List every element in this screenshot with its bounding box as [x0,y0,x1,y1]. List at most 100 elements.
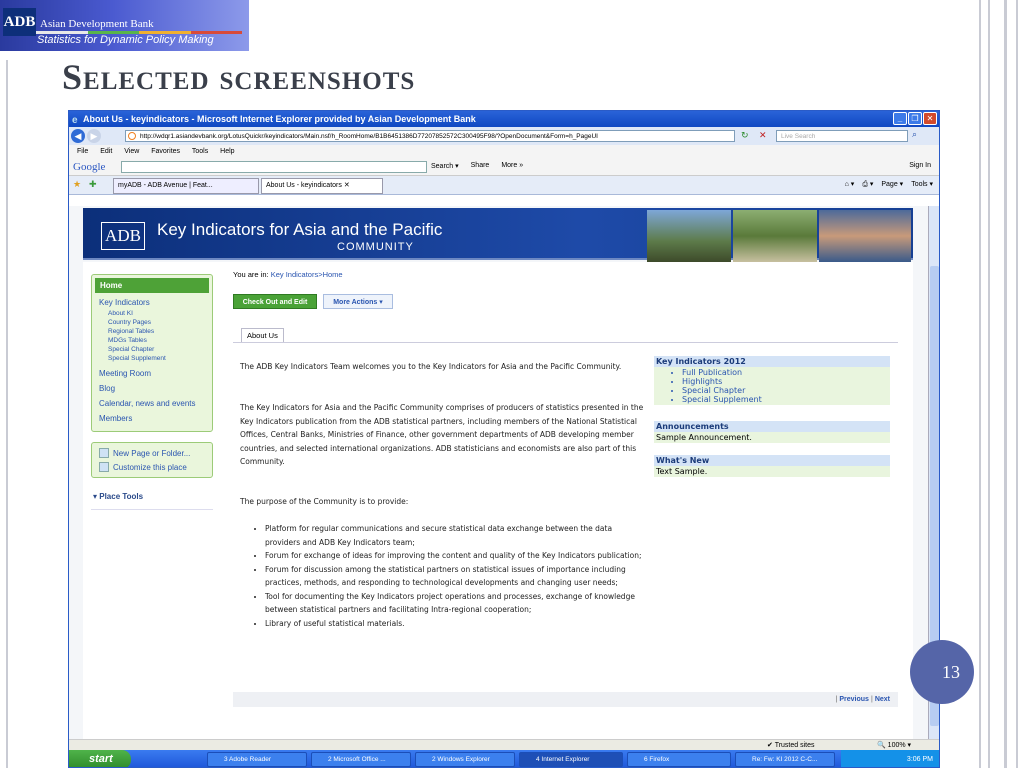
pager: | Previous | Next [233,692,898,707]
customize-place-link[interactable]: Customize this place [92,460,212,474]
key-indicators-box: Key Indicators 2012 Full Publication Hig… [654,356,890,405]
banner-photo-farmers [733,210,817,262]
address-field[interactable]: http://wdqr1.asiandevbank.org/LotusQuick… [125,130,735,142]
google-search-button[interactable]: Search ▾ [431,162,459,170]
ki-link-special-supplement[interactable]: Special Supplement [682,395,888,404]
close-icon[interactable]: ✕ [923,112,937,125]
menu-help[interactable]: Help [220,148,234,155]
slide-border [979,0,981,768]
page-menu[interactable]: Page ▾ [881,180,903,189]
sidebar-item-members[interactable]: Members [92,412,212,425]
whats-new-box: What's New Text Sample. [654,455,890,477]
sidebar-item-key-indicators[interactable]: Key Indicators [92,296,212,309]
google-toolbar: Google Search ▾ Share More » Sign In [69,158,939,176]
menu-edit[interactable]: Edit [100,148,112,155]
browser-window: e About Us - keyindicators - Microsoft I… [68,110,940,768]
minimize-icon[interactable]: _ [893,112,907,125]
sidebar: Home Key Indicators About KI Country Pag… [91,274,213,510]
forward-icon[interactable]: ▶ [87,129,101,143]
breadcrumb: You are in: Key Indicators>Home [233,270,343,279]
back-icon[interactable]: ◀ [71,129,85,143]
clock: 3:06 PM [906,756,933,763]
stop-icon[interactable]: ✕ [759,130,767,141]
breadcrumb-link[interactable]: Key Indicators [271,270,319,279]
taskbar-windows-explorer[interactable]: 2 Windows Explorer [415,752,515,767]
taskbar-internet-explorer[interactable]: 4 Internet Explorer [519,752,623,767]
taskbar-adobe-reader[interactable]: 3 Adobe Reader [207,752,307,767]
ki-link-highlights[interactable]: Highlights [682,377,888,386]
list-item: Tool for documenting the Key Indicators … [265,590,648,617]
window-titlebar: e About Us - keyindicators - Microsoft I… [69,111,939,127]
banner-photo-tractor [647,210,731,262]
sidebar-subitem-special-supplement[interactable]: Special Supplement [92,354,212,363]
new-page-link[interactable]: New Page or Folder... [92,446,212,460]
home-icon[interactable]: ⌂ ▾ [845,180,855,189]
sidebar-tools: New Page or Folder... Customize this pla… [91,442,213,478]
menu-tools[interactable]: Tools [192,148,208,155]
menu-file[interactable]: File [77,148,88,155]
page-number: 13 [910,640,974,704]
google-search-input[interactable] [121,161,427,173]
sidebar-item-blog[interactable]: Blog [92,382,212,395]
live-search-input[interactable]: Live Search [776,130,908,142]
logo-tagline: Statistics for Dynamic Policy Making [37,34,214,46]
add-favorite-icon[interactable]: ✚ [89,179,97,190]
banner-adb-logo: ADB [101,222,145,250]
menu-view[interactable]: View [124,148,139,155]
share-button[interactable]: Share [471,162,490,170]
tab-divider [233,342,898,343]
sidebar-subitem-mdgs-tables[interactable]: MDGs Tables [92,336,212,345]
refresh-icon[interactable]: ↻ [741,130,749,141]
adb-logo: ADB [3,8,36,36]
maximize-icon[interactable]: ❐ [908,112,922,125]
place-tools-toggle[interactable]: ▾ Place Tools [91,492,213,510]
list-item: Platform for regular communications and … [265,522,648,549]
address-url: http://wdqr1.asiandevbank.org/LotusQuick… [140,133,598,140]
more-actions-button[interactable]: More Actions ▾ [323,294,393,309]
print-icon[interactable]: ⎙ ▾ [862,180,873,189]
sidebar-item-home[interactable]: Home [95,278,209,293]
tools-menu[interactable]: Tools ▾ [911,180,933,189]
slide-border [1004,0,1007,768]
status-bar: ✔ Trusted sites 🔍 100% ▾ [69,739,939,750]
tab-myadb[interactable]: myADB - ADB Avenue | Feat... [113,178,259,194]
google-logo: Google [73,161,106,173]
breadcrumb-current[interactable]: >Home [318,270,342,279]
favorites-star-icon[interactable]: ★ [73,179,81,190]
whats-new-body: Text Sample. [654,466,890,477]
menu-favorites[interactable]: Favorites [151,148,180,155]
breadcrumb-prefix: You are in: [233,270,269,279]
start-button[interactable]: start [69,750,131,767]
check-out-edit-button[interactable]: Check Out and Edit [233,294,317,309]
previous-link[interactable]: Previous [839,696,869,703]
windows-taskbar: start 3 Adobe Reader 2 Microsoft Office … [69,750,939,767]
taskbar-email[interactable]: Re: Fw: KI 2012 C-C... [735,752,835,767]
next-link[interactable]: Next [875,696,890,703]
sidebar-subitem-special-chapter[interactable]: Special Chapter [92,345,212,354]
sidebar-item-calendar[interactable]: Calendar, news and events [92,397,212,410]
tab-bar: ★ ✚ myADB - ADB Avenue | Feat... About U… [69,176,939,195]
sidebar-item-meeting-room[interactable]: Meeting Room [92,367,212,380]
tab-about-us[interactable]: About Us - keyindicators ✕ [261,178,383,194]
taskbar-microsoft-office[interactable]: 2 Microsoft Office ... [311,752,411,767]
search-icon[interactable]: ⌕ [912,129,917,140]
intro-paragraph: The ADB Key Indicators Team welcomes you… [240,362,622,371]
sidebar-subitem-regional-tables[interactable]: Regional Tables [92,327,212,336]
more-button[interactable]: More » [501,162,523,170]
tab-about-us[interactable]: About Us [241,328,284,342]
ki-link-full-publication[interactable]: Full Publication [682,368,888,377]
banner-photo-children [819,210,911,262]
tab-close-icon[interactable]: ✕ [344,182,350,189]
taskbar-firefox[interactable]: 6 Firefox [627,752,731,767]
sign-in-link[interactable]: Sign In [909,162,931,169]
slide-border [6,60,8,768]
banner-title: Key Indicators for Asia and the Pacific [157,220,443,239]
adb-logo-banner: ADB Asian Development Bank Statistics fo… [0,0,249,51]
slide-border [988,0,990,768]
announcements-heading: Announcements [654,421,890,432]
page-icon [128,132,136,140]
ki-link-special-chapter[interactable]: Special Chapter [682,386,888,395]
description-paragraph: The Key Indicators for Asia and the Paci… [240,403,644,466]
sidebar-subitem-about-ki[interactable]: About KI [92,309,212,318]
sidebar-subitem-country-pages[interactable]: Country Pages [92,318,212,327]
